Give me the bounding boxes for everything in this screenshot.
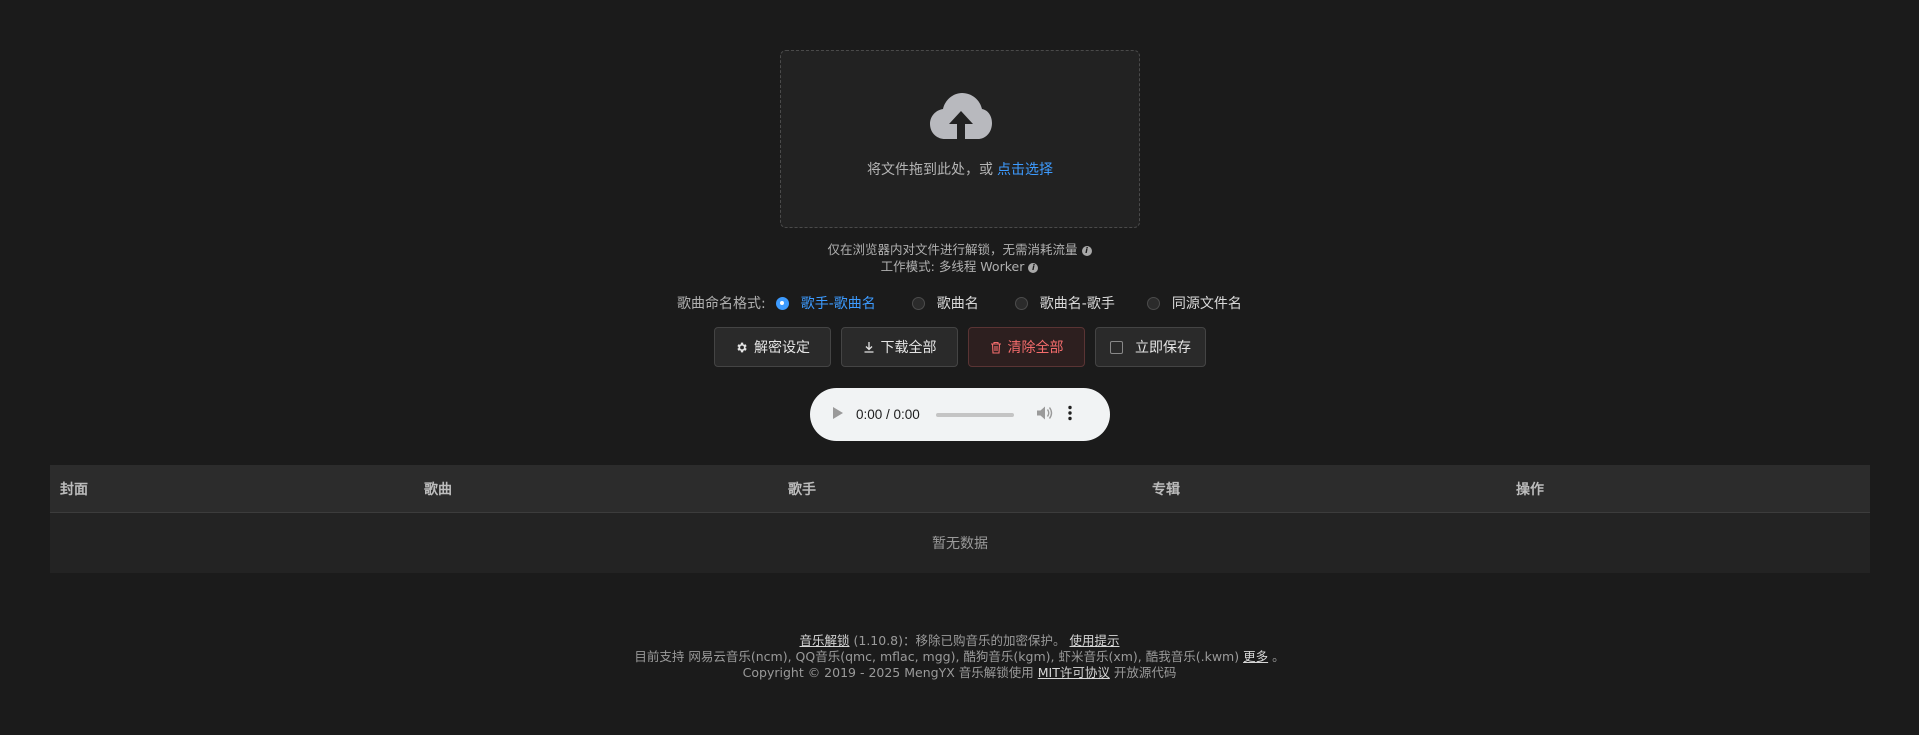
radio-artist-title[interactable]: 歌手-歌曲名 <box>775 293 876 313</box>
clear-all-button[interactable]: 清除全部 <box>968 327 1085 367</box>
select-file-link[interactable]: 点击选择 <box>997 162 1053 178</box>
radio-label: 歌曲名 <box>936 296 979 312</box>
cloud-upload-icon <box>930 93 992 143</box>
decrypt-settings-button[interactable]: 解密设定 <box>714 327 831 367</box>
info-local-decrypt: 仅在浏览器内对文件进行解锁，无需消耗流量 <box>827 242 1078 257</box>
info-work-mode: 工作模式: 多线程 Worker <box>880 259 1025 274</box>
column-header-song: 歌曲 <box>424 481 452 498</box>
more-options-icon[interactable] <box>1068 405 1072 425</box>
radio-unchecked-icon <box>911 296 925 310</box>
radio-unchecked-icon <box>1014 296 1028 310</box>
button-label: 下载全部 <box>880 340 937 356</box>
checkbox-icon[interactable] <box>1110 340 1123 354</box>
column-header-actions: 操作 <box>1516 481 1544 498</box>
info-icon[interactable]: i <box>1081 245 1092 256</box>
play-icon[interactable] <box>832 406 844 424</box>
radio-title-artist[interactable]: 歌曲名-歌手 <box>1014 293 1115 313</box>
more-link[interactable]: 更多 <box>1243 649 1268 664</box>
button-label: 清除全部 <box>1007 340 1064 356</box>
audio-time: 0:00 / 0:00 <box>856 407 920 422</box>
download-all-button[interactable]: 下载全部 <box>841 327 958 367</box>
radio-unchecked-icon <box>1146 296 1160 310</box>
naming-format-group: 歌曲命名格式: 歌手-歌曲名 歌曲名 歌曲名-歌手 同源文件名 <box>677 293 1270 313</box>
trash-icon <box>990 341 1002 354</box>
gear-icon <box>735 341 748 354</box>
copyright-text: Copyright © 2019 - 2025 MengYX 音乐解锁使用 <box>742 665 1034 680</box>
radio-title[interactable]: 歌曲名 <box>911 293 979 313</box>
audio-player: 0:00 / 0:00 <box>810 388 1110 441</box>
upload-dropzone[interactable]: 将文件拖到此处，或 点击选择 <box>780 50 1140 228</box>
download-icon <box>863 341 875 353</box>
save-now-toggle[interactable]: 立即保存 <box>1095 327 1206 367</box>
naming-format-label: 歌曲命名格式: <box>677 296 766 312</box>
column-header-album: 专辑 <box>1152 481 1180 498</box>
empty-text: 暂无数据 <box>932 536 988 552</box>
app-name-link[interactable]: 音乐解锁 <box>799 633 849 648</box>
action-buttons: 解密设定 下载全部 清除全部 立即保存 <box>714 327 1216 367</box>
audio-progress-slider[interactable] <box>935 412 1014 417</box>
table-header: 封面 歌曲 歌手 专辑 操作 <box>50 465 1870 513</box>
open-source-text: 开放源代码 <box>1113 665 1177 680</box>
column-header-cover: 封面 <box>60 481 88 498</box>
button-label: 立即保存 <box>1135 340 1191 356</box>
radio-label: 歌曲名-歌手 <box>1039 296 1115 312</box>
info-lines: 仅在浏览器内对文件进行解锁，无需消耗流量 i 工作模式: 多线程 Worker i <box>0 241 1919 275</box>
songs-table: 封面 歌曲 歌手 专辑 操作 暂无数据 <box>50 465 1870 573</box>
support-text: 目前支持 网易云音乐(ncm), QQ音乐(qmc, mflac, mgg), … <box>634 649 1240 664</box>
radio-checked-icon <box>775 296 789 310</box>
usage-tips-link[interactable]: 使用提示 <box>1069 633 1119 648</box>
radio-source-filename[interactable]: 同源文件名 <box>1146 293 1242 313</box>
volume-icon[interactable] <box>1036 405 1054 425</box>
footer: 音乐解锁 (1.10.8)：移除已购音乐的加密保护。 使用提示 目前支持 网易云… <box>0 633 1919 681</box>
period-text: 。 <box>1272 649 1285 664</box>
info-icon[interactable]: i <box>1028 262 1039 273</box>
upload-hint: 将文件拖到此处，或 点击选择 <box>781 159 1139 179</box>
license-link[interactable]: MIT许可协议 <box>1038 665 1110 680</box>
radio-label: 歌手-歌曲名 <box>800 296 876 312</box>
table-empty-state: 暂无数据 <box>50 513 1870 573</box>
upload-prompt: 将文件拖到此处，或 <box>867 162 993 178</box>
button-label: 解密设定 <box>754 340 810 356</box>
column-header-artist: 歌手 <box>788 481 816 498</box>
radio-label: 同源文件名 <box>1171 296 1242 312</box>
version-text: (1.10.8)：移除已购音乐的加密保护。 <box>853 633 1066 648</box>
